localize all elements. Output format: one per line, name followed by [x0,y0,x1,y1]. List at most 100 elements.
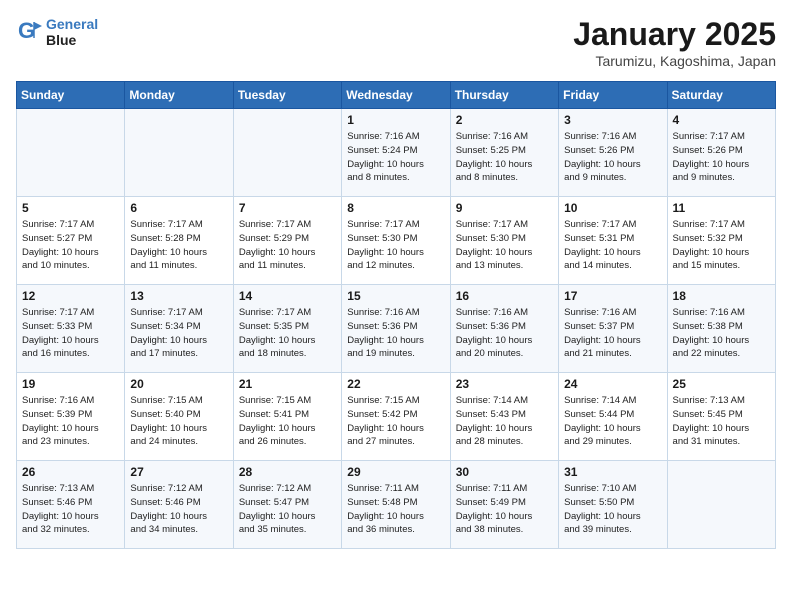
calendar-cell [233,109,341,197]
day-number: 15 [347,289,444,303]
calendar-week-5: 26 Sunrise: 7:13 AM Sunset: 5:46 PM Dayli… [17,461,776,549]
day-number: 13 [130,289,227,303]
calendar-week-4: 19 Sunrise: 7:16 AM Sunset: 5:39 PM Dayli… [17,373,776,461]
calendar-cell: 13 Sunrise: 7:17 AM Sunset: 5:34 PM Dayli… [125,285,233,373]
day-number: 19 [22,377,119,391]
day-info: Sunrise: 7:16 AM Sunset: 5:25 PM Dayligh… [456,130,553,185]
day-info: Sunrise: 7:16 AM Sunset: 5:26 PM Dayligh… [564,130,661,185]
logo: G General Blue [16,16,98,48]
logo-icon: G [16,18,44,46]
svg-text:G: G [18,18,35,43]
day-info: Sunrise: 7:12 AM Sunset: 5:46 PM Dayligh… [130,482,227,537]
day-info: Sunrise: 7:15 AM Sunset: 5:41 PM Dayligh… [239,394,336,449]
calendar-cell: 23 Sunrise: 7:14 AM Sunset: 5:43 PM Dayli… [450,373,558,461]
column-header-friday: Friday [559,82,667,109]
calendar-cell: 15 Sunrise: 7:16 AM Sunset: 5:36 PM Dayli… [342,285,450,373]
calendar-cell: 9 Sunrise: 7:17 AM Sunset: 5:30 PM Daylig… [450,197,558,285]
day-number: 9 [456,201,553,215]
day-number: 3 [564,113,661,127]
day-info: Sunrise: 7:15 AM Sunset: 5:40 PM Dayligh… [130,394,227,449]
calendar-cell: 29Sunrise: 7:11 AM Sunset: 5:48 PM Dayli… [342,461,450,549]
calendar-cell: 25Sunrise: 7:13 AM Sunset: 5:45 PM Dayli… [667,373,775,461]
day-number: 8 [347,201,444,215]
day-info: Sunrise: 7:16 AM Sunset: 5:39 PM Dayligh… [22,394,119,449]
day-info: Sunrise: 7:16 AM Sunset: 5:36 PM Dayligh… [456,306,553,361]
calendar-cell: 5Sunrise: 7:17 AM Sunset: 5:27 PM Daylig… [17,197,125,285]
calendar-cell: 7 Sunrise: 7:17 AM Sunset: 5:29 PM Daylig… [233,197,341,285]
calendar-table: SundayMondayTuesdayWednesdayThursdayFrid… [16,81,776,549]
calendar-cell: 11 Sunrise: 7:17 AM Sunset: 5:32 PM Dayli… [667,197,775,285]
day-number: 14 [239,289,336,303]
calendar-week-2: 5Sunrise: 7:17 AM Sunset: 5:27 PM Daylig… [17,197,776,285]
calendar-cell: 8 Sunrise: 7:17 AM Sunset: 5:30 PM Daylig… [342,197,450,285]
day-info: Sunrise: 7:17 AM Sunset: 5:28 PM Dayligh… [130,218,227,273]
column-header-saturday: Saturday [667,82,775,109]
day-number: 10 [564,201,661,215]
day-info: Sunrise: 7:13 AM Sunset: 5:45 PM Dayligh… [673,394,770,449]
day-info: Sunrise: 7:10 AM Sunset: 5:50 PM Dayligh… [564,482,661,537]
calendar-cell: 27 Sunrise: 7:12 AM Sunset: 5:46 PM Dayli… [125,461,233,549]
calendar-header-row: SundayMondayTuesdayWednesdayThursdayFrid… [17,82,776,109]
day-number: 26 [22,465,119,479]
day-number: 29 [347,465,444,479]
month-title: January 2025 [573,16,776,53]
day-number: 22 [347,377,444,391]
title-block: January 2025 Tarumizu, Kagoshima, Japan [573,16,776,69]
calendar-cell: 4Sunrise: 7:17 AM Sunset: 5:26 PM Daylig… [667,109,775,197]
calendar-cell: 17Sunrise: 7:16 AM Sunset: 5:37 PM Dayli… [559,285,667,373]
day-number: 28 [239,465,336,479]
day-info: Sunrise: 7:17 AM Sunset: 5:27 PM Dayligh… [22,218,119,273]
day-info: Sunrise: 7:13 AM Sunset: 5:46 PM Dayligh… [22,482,119,537]
day-info: Sunrise: 7:17 AM Sunset: 5:30 PM Dayligh… [347,218,444,273]
day-info: Sunrise: 7:14 AM Sunset: 5:43 PM Dayligh… [456,394,553,449]
calendar-cell: 24Sunrise: 7:14 AM Sunset: 5:44 PM Dayli… [559,373,667,461]
day-info: Sunrise: 7:16 AM Sunset: 5:24 PM Dayligh… [347,130,444,185]
day-number: 2 [456,113,553,127]
calendar-cell: 1 Sunrise: 7:16 AM Sunset: 5:24 PM Daylig… [342,109,450,197]
calendar-body: 1 Sunrise: 7:16 AM Sunset: 5:24 PM Daylig… [17,109,776,549]
day-number: 31 [564,465,661,479]
calendar-cell: 16 Sunrise: 7:16 AM Sunset: 5:36 PM Dayli… [450,285,558,373]
day-number: 1 [347,113,444,127]
day-number: 11 [673,201,770,215]
day-info: Sunrise: 7:14 AM Sunset: 5:44 PM Dayligh… [564,394,661,449]
day-number: 27 [130,465,227,479]
logo-line1: General [46,16,98,32]
day-info: Sunrise: 7:17 AM Sunset: 5:29 PM Dayligh… [239,218,336,273]
day-number: 23 [456,377,553,391]
day-number: 18 [673,289,770,303]
calendar-cell: 14 Sunrise: 7:17 AM Sunset: 5:35 PM Dayli… [233,285,341,373]
calendar-cell: 2 Sunrise: 7:16 AM Sunset: 5:25 PM Daylig… [450,109,558,197]
calendar-cell: 10 Sunrise: 7:17 AM Sunset: 5:31 PM Dayli… [559,197,667,285]
day-info: Sunrise: 7:17 AM Sunset: 5:35 PM Dayligh… [239,306,336,361]
location: Tarumizu, Kagoshima, Japan [573,53,776,69]
column-header-wednesday: Wednesday [342,82,450,109]
day-number: 20 [130,377,227,391]
day-info: Sunrise: 7:17 AM Sunset: 5:31 PM Dayligh… [564,218,661,273]
day-number: 30 [456,465,553,479]
day-number: 12 [22,289,119,303]
column-header-thursday: Thursday [450,82,558,109]
calendar-cell: 18 Sunrise: 7:16 AM Sunset: 5:38 PM Dayli… [667,285,775,373]
day-info: Sunrise: 7:17 AM Sunset: 5:30 PM Dayligh… [456,218,553,273]
calendar-cell: 3 Sunrise: 7:16 AM Sunset: 5:26 PM Daylig… [559,109,667,197]
calendar-cell: 31 Sunrise: 7:10 AM Sunset: 5:50 PM Dayli… [559,461,667,549]
day-info: Sunrise: 7:16 AM Sunset: 5:38 PM Dayligh… [673,306,770,361]
day-info: Sunrise: 7:11 AM Sunset: 5:49 PM Dayligh… [456,482,553,537]
calendar-cell: 22 Sunrise: 7:15 AM Sunset: 5:42 PM Dayli… [342,373,450,461]
page-header: G General Blue January 2025 Tarumizu, Ka… [16,16,776,69]
day-info: Sunrise: 7:17 AM Sunset: 5:34 PM Dayligh… [130,306,227,361]
calendar-cell: 21 Sunrise: 7:15 AM Sunset: 5:41 PM Dayli… [233,373,341,461]
day-info: Sunrise: 7:17 AM Sunset: 5:32 PM Dayligh… [673,218,770,273]
day-info: Sunrise: 7:16 AM Sunset: 5:36 PM Dayligh… [347,306,444,361]
calendar-cell: 19 Sunrise: 7:16 AM Sunset: 5:39 PM Dayli… [17,373,125,461]
day-number: 21 [239,377,336,391]
day-info: Sunrise: 7:17 AM Sunset: 5:26 PM Dayligh… [673,130,770,185]
calendar-cell: 28Sunrise: 7:12 AM Sunset: 5:47 PM Dayli… [233,461,341,549]
day-number: 7 [239,201,336,215]
logo-line2: Blue [46,32,76,48]
day-info: Sunrise: 7:15 AM Sunset: 5:42 PM Dayligh… [347,394,444,449]
calendar-cell: 12Sunrise: 7:17 AM Sunset: 5:33 PM Dayli… [17,285,125,373]
calendar-cell [125,109,233,197]
day-number: 16 [456,289,553,303]
